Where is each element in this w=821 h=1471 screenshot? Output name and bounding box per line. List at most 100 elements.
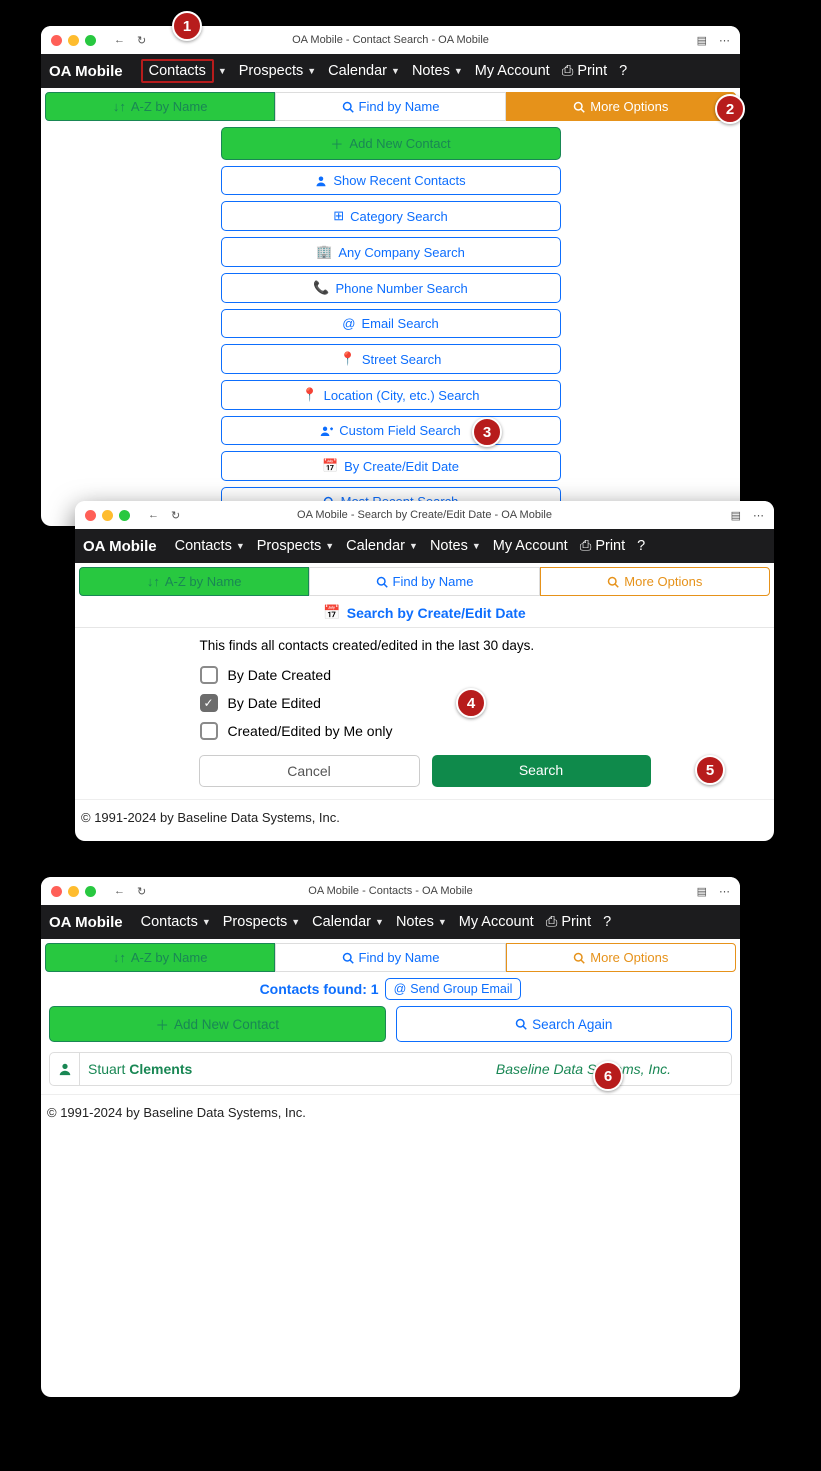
zoom-dot[interactable]	[85, 35, 96, 46]
tab-find[interactable]: Find by Name	[275, 92, 505, 121]
menu-prospects[interactable]: Prospects▼	[233, 54, 322, 88]
contact-row[interactable]: Stuart Clements Baseline Data Systems, I…	[49, 1052, 732, 1086]
nav-icons: ← ↻	[148, 509, 180, 522]
search-plus-icon	[573, 952, 585, 964]
menu-contacts[interactable]: Contacts▼	[169, 529, 251, 563]
menu-calendar[interactable]: Calendar▼	[340, 529, 424, 563]
tab-more[interactable]: More Options	[506, 943, 736, 972]
menu-myaccount[interactable]: My Account	[487, 529, 574, 563]
option-category[interactable]: ⊞Category Search	[221, 201, 561, 231]
minimize-dot[interactable]	[68, 35, 79, 46]
option-custom[interactable]: Custom Field Search	[221, 416, 561, 445]
sort-icon: ↓↑	[147, 574, 160, 589]
menu-contacts[interactable]: Contacts▼	[135, 905, 217, 939]
search-plus-icon	[573, 101, 585, 113]
checkbox-edited[interactable]: ✓By Date Edited	[195, 689, 655, 717]
menu-print[interactable]: ⎙Print	[574, 529, 631, 563]
tab-more[interactable]: More Options	[506, 92, 736, 121]
menu-print[interactable]: ⎙Print	[556, 54, 613, 88]
option-add-contact[interactable]: ＋Add New Contact	[221, 127, 561, 160]
reload-icon[interactable]: ↻	[137, 34, 146, 47]
minimize-dot[interactable]	[102, 510, 113, 521]
form-area: This finds all contacts created/edited i…	[195, 638, 655, 787]
option-recent[interactable]: Show Recent Contacts	[221, 166, 561, 195]
menu-myaccount[interactable]: My Account	[469, 54, 556, 88]
chevron-down-icon: ▼	[307, 66, 316, 76]
print-icon: ⎙	[562, 63, 574, 79]
search-button[interactable]: Search	[432, 755, 651, 787]
close-dot[interactable]	[51, 886, 62, 897]
option-location[interactable]: 📍Location (City, etc.) Search	[221, 380, 561, 410]
pin-icon: 📍	[301, 387, 317, 403]
checkbox-meonly[interactable]: Created/Edited by Me only	[195, 717, 655, 745]
menu-notes[interactable]: Notes▼	[390, 905, 453, 939]
menu-calendar[interactable]: Calendar▼	[322, 54, 406, 88]
overflow-icon[interactable]: ⋯	[719, 885, 730, 898]
person-icon	[315, 175, 327, 187]
zoom-dot[interactable]	[85, 886, 96, 897]
tab-az[interactable]: ↓↑A-Z by Name	[45, 943, 275, 972]
pin-icon: 📍	[340, 351, 356, 367]
button-row: Cancel Search	[199, 755, 651, 787]
checkbox-created[interactable]: By Date Created	[195, 661, 655, 689]
menu-print[interactable]: ⎙Print	[540, 905, 597, 939]
overflow-icon[interactable]: ⋯	[753, 509, 764, 522]
reload-icon[interactable]: ↻	[137, 885, 146, 898]
brand[interactable]: OA Mobile	[49, 914, 123, 931]
menu-myaccount[interactable]: My Account	[453, 905, 540, 939]
cancel-button[interactable]: Cancel	[199, 755, 420, 787]
section-title: 📅Search by Create/Edit Date	[75, 596, 774, 627]
search-icon	[342, 101, 354, 113]
chevron-down-icon: ▼	[291, 917, 300, 927]
brand[interactable]: OA Mobile	[83, 538, 157, 555]
close-dot[interactable]	[51, 35, 62, 46]
menu-calendar[interactable]: Calendar▼	[306, 905, 390, 939]
menu-prospects[interactable]: Prospects▼	[251, 529, 340, 563]
back-icon[interactable]: ←	[114, 885, 125, 898]
minimize-dot[interactable]	[68, 886, 79, 897]
close-dot[interactable]	[85, 510, 96, 521]
menu-prospects[interactable]: Prospects▼	[217, 905, 306, 939]
menubar: OA Mobile Contacts▼ Prospects▼ Calendar▼…	[75, 529, 774, 563]
option-company[interactable]: 🏢Any Company Search	[221, 237, 561, 267]
option-street[interactable]: 📍Street Search	[221, 344, 561, 374]
add-contact-button[interactable]: ＋Add New Contact	[49, 1006, 386, 1042]
overflow-icon[interactable]: ⋯	[719, 34, 730, 47]
extension-icon[interactable]: ▤	[731, 509, 741, 522]
window-contact-search: ← ↻ OA Mobile - Contact Search - OA Mobi…	[41, 26, 740, 526]
tab-find[interactable]: Find by Name	[309, 567, 539, 596]
extension-icon[interactable]: ▤	[697, 34, 707, 47]
menu-notes[interactable]: Notes▼	[406, 54, 469, 88]
more-options-list: ＋Add New Contact Show Recent Contacts ⊞C…	[221, 127, 561, 516]
tab-more[interactable]: More Options	[540, 567, 770, 596]
callout-6: 6	[593, 1061, 623, 1091]
menu-help[interactable]: ?	[613, 54, 633, 88]
menu-notes[interactable]: Notes▼	[424, 529, 487, 563]
person-plus-icon	[320, 425, 333, 437]
reload-icon[interactable]: ↻	[171, 509, 180, 522]
zoom-dot[interactable]	[119, 510, 130, 521]
divider	[75, 627, 774, 628]
menu-help[interactable]: ?	[631, 529, 651, 563]
tab-az[interactable]: ↓↑A-Z by Name	[79, 567, 309, 596]
checkbox-icon	[200, 666, 218, 684]
checkbox-checked-icon: ✓	[200, 694, 218, 712]
menu-contacts[interactable]: Contacts▼	[135, 54, 233, 88]
callout-3: 3	[472, 417, 502, 447]
search-again-button[interactable]: Search Again	[396, 1006, 733, 1042]
tab-az[interactable]: ↓↑A-Z by Name	[45, 92, 275, 121]
callout-5: 5	[695, 755, 725, 785]
callout-2: 2	[715, 94, 745, 124]
tabbar: ↓↑A-Z by Name Find by Name More Options	[75, 563, 774, 596]
back-icon[interactable]: ←	[114, 34, 125, 47]
menu-help[interactable]: ?	[597, 905, 617, 939]
tab-find[interactable]: Find by Name	[275, 943, 505, 972]
brand[interactable]: OA Mobile	[49, 63, 123, 80]
back-icon[interactable]: ←	[148, 509, 159, 522]
option-phone[interactable]: 📞Phone Number Search	[221, 273, 561, 303]
option-by-date[interactable]: 📅By Create/Edit Date	[221, 451, 561, 481]
extension-icon[interactable]: ▤	[697, 885, 707, 898]
menubar: OA Mobile Contacts▼ Prospects▼ Calendar▼…	[41, 54, 740, 88]
send-group-email-button[interactable]: @Send Group Email	[385, 978, 522, 1000]
option-email[interactable]: @Email Search	[221, 309, 561, 338]
